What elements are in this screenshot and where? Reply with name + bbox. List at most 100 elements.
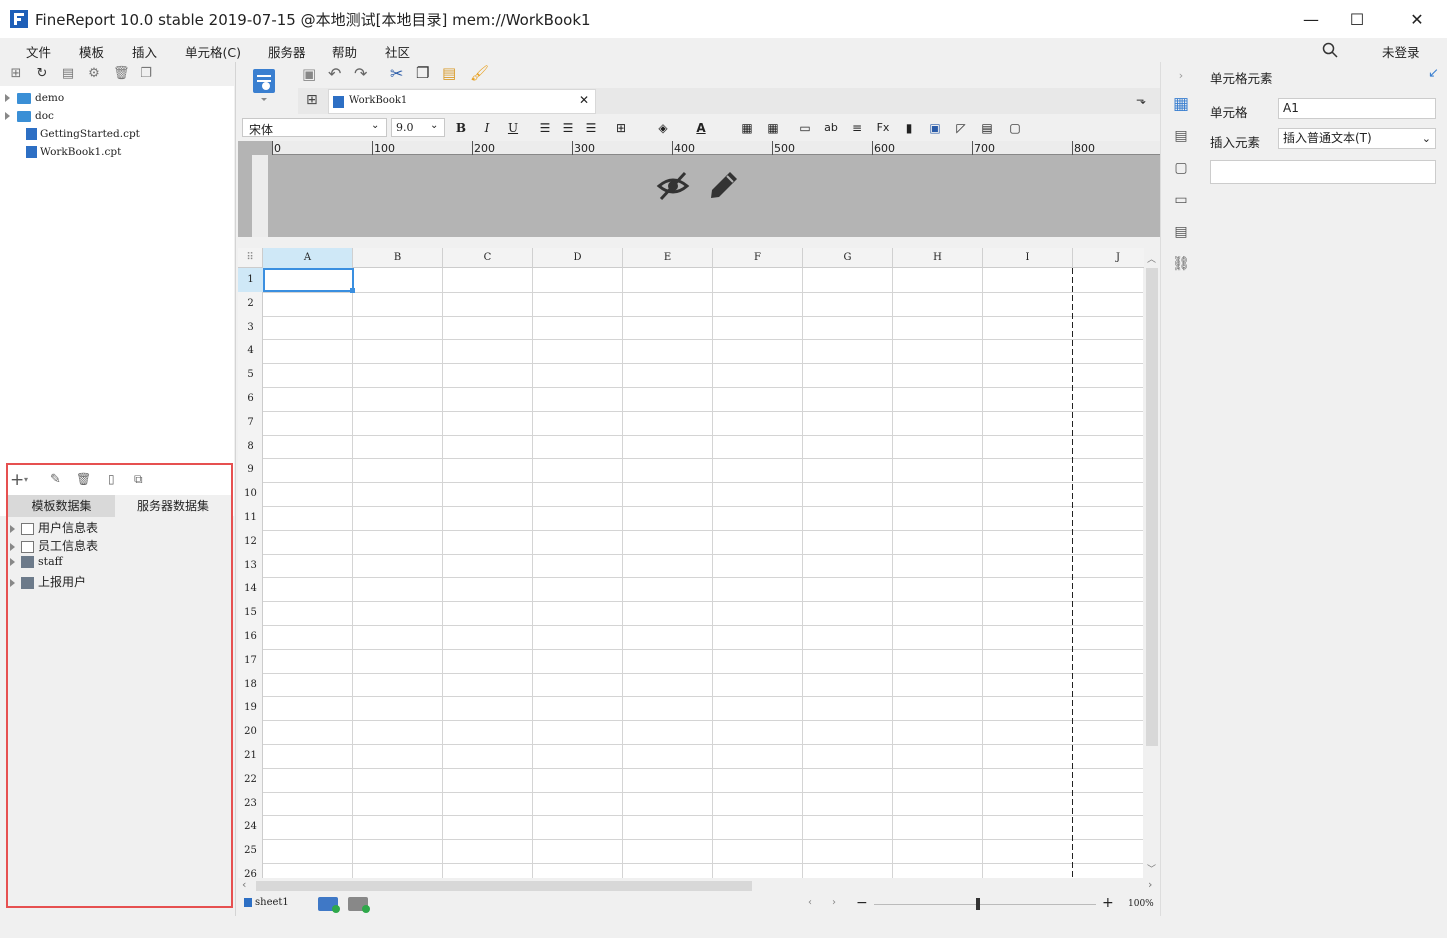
new-folder-icon[interactable]: ⊞ (9, 67, 23, 81)
menu-file[interactable]: 文件 (26, 42, 51, 61)
hide-eye-icon[interactable] (656, 169, 690, 203)
expand-arrow-icon[interactable] (10, 542, 15, 551)
align-center-icon[interactable]: ☰ (559, 119, 577, 137)
menu-template[interactable]: 模板 (79, 42, 104, 61)
tree-item-doc[interactable]: doc (5, 110, 54, 128)
row-header[interactable]: 4 (238, 339, 263, 363)
add-dataset-icon[interactable]: + (10, 471, 24, 489)
dataset-item[interactable]: 上报用户 (10, 573, 86, 591)
zoom-out-button[interactable]: − (856, 895, 868, 911)
row-header[interactable]: 8 (238, 435, 263, 459)
select-all-icon[interactable]: ⠿ (238, 248, 263, 268)
condition-attribute-icon[interactable]: ▤ (1171, 222, 1191, 242)
row-header[interactable]: 25 (238, 839, 263, 863)
expand-arrow-icon[interactable] (10, 524, 15, 533)
column-header[interactable]: B (353, 248, 443, 268)
row-header[interactable]: 5 (238, 363, 263, 387)
row-header[interactable]: 15 (238, 601, 263, 625)
column-header[interactable]: F (713, 248, 803, 268)
insert-formula-icon[interactable]: Fx (874, 119, 892, 137)
row-header[interactable]: 1 (238, 268, 263, 292)
column-header[interactable]: A (263, 248, 353, 268)
zoom-in-button[interactable]: + (1102, 895, 1114, 911)
maximize-button[interactable]: ☐ (1334, 0, 1380, 38)
row-header[interactable]: 22 (238, 768, 263, 792)
minimize-button[interactable]: — (1288, 0, 1334, 38)
insert-text-icon[interactable]: ▭ (796, 119, 814, 137)
menu-insert[interactable]: 插入 (132, 42, 157, 61)
collapse-arrow-icon[interactable]: › (1171, 66, 1191, 86)
widget-settings-icon[interactable]: ▭ (1171, 190, 1191, 210)
expand-arrow-icon[interactable] (5, 112, 10, 120)
float-element-icon[interactable]: ▢ (1171, 158, 1191, 178)
settings-icon[interactable]: ⚙ (87, 67, 101, 81)
insert-element-select[interactable]: 插入普通文本(T) ⌄ (1278, 128, 1436, 149)
new-report-icon[interactable]: ⊞ (306, 92, 318, 108)
menu-cell[interactable]: 单元格(C) (185, 42, 241, 61)
column-header[interactable]: G (803, 248, 893, 268)
zoom-slider-thumb[interactable] (976, 898, 980, 910)
zoom-slider-track[interactable] (874, 904, 1096, 905)
horizontal-scroll-thumb[interactable] (256, 881, 752, 891)
copy-icon[interactable]: ❐ (416, 64, 429, 82)
tab-template-datasets[interactable]: 模板数据集 (8, 495, 115, 517)
vertical-scrollbar[interactable]: ︿ ﹀ (1144, 248, 1160, 878)
dataset-item[interactable]: staff (10, 555, 62, 573)
tab-menu-icon[interactable]: ⬎ (1136, 93, 1146, 107)
hyperlink-icon[interactable]: ⛓ (1171, 254, 1191, 274)
row-header[interactable]: 6 (238, 387, 263, 411)
row-header[interactable]: 9 (238, 458, 263, 482)
align-left-icon[interactable]: ☰ (536, 119, 554, 137)
prev-sheet-icon[interactable]: ‹ (808, 897, 812, 908)
edit-pencil-icon[interactable] (708, 169, 740, 201)
dataset-item[interactable]: 员工信息表 (10, 537, 98, 555)
font-family-select[interactable]: 宋体 ⌄ (242, 118, 387, 137)
font-color-icon[interactable]: A (692, 119, 710, 137)
sheet-tab[interactable]: sheet1 (244, 897, 289, 908)
tab-workbook1[interactable]: WorkBook1 ✕ (328, 89, 596, 114)
refresh-icon[interactable]: ↻ (35, 67, 49, 81)
dock-arrow-icon[interactable]: ↙ (1428, 66, 1439, 81)
chevron-down-icon[interactable]: ▾ (24, 475, 28, 484)
cell-element-icon[interactable]: ▦ (1171, 94, 1191, 114)
open-template-icon[interactable]: ▤ (61, 67, 75, 81)
horizontal-scrollbar[interactable]: ‹ › (238, 878, 1160, 894)
expand-arrow-icon[interactable] (10, 578, 15, 587)
insert-subreport-icon[interactable]: ▤ (978, 119, 996, 137)
edit-icon[interactable]: ✎ (50, 472, 61, 487)
cut-icon[interactable]: ✂ (390, 64, 403, 83)
menu-server[interactable]: 服务器 (268, 42, 306, 61)
selected-cell-a1[interactable] (263, 268, 354, 292)
insert-paragraph-icon[interactable]: ≡ (848, 119, 866, 137)
delete-icon[interactable]: 🗑 (76, 472, 91, 486)
insert-image-icon[interactable]: ▣ (926, 119, 944, 137)
cell-content-field[interactable] (1210, 160, 1436, 184)
row-header[interactable]: 14 (238, 577, 263, 601)
insert-chart-icon[interactable]: ▮ (900, 119, 918, 137)
close-button[interactable]: ✕ (1394, 0, 1440, 38)
insert-slash-icon[interactable]: ◸ (952, 119, 970, 137)
insert-float-icon[interactable]: ▢ (1006, 119, 1024, 137)
save-icon[interactable]: ▣ (302, 65, 316, 83)
column-header[interactable]: H (893, 248, 983, 268)
tree-item-gettingstarted[interactable]: GettingStarted.cpt (26, 128, 140, 146)
expand-arrow-icon[interactable] (10, 558, 15, 566)
row-header[interactable]: 20 (238, 720, 263, 744)
fill-color-icon[interactable]: ◈ (654, 119, 672, 137)
row-header[interactable]: 24 (238, 815, 263, 839)
border-icon[interactable]: ⊞ (612, 119, 630, 137)
copy-icon[interactable]: ❐ (139, 67, 153, 81)
login-status[interactable]: 未登录 (1382, 42, 1420, 61)
cell-attribute-icon[interactable]: ▤ (1171, 126, 1191, 146)
scroll-left-icon[interactable]: ‹ (242, 878, 246, 891)
column-header[interactable]: E (623, 248, 713, 268)
align-right-icon[interactable]: ☰ (582, 119, 600, 137)
dataset-settings-icon[interactable]: ⧉ (134, 472, 143, 487)
row-header[interactable]: 13 (238, 554, 263, 578)
scroll-up-icon[interactable]: ︿ (1147, 252, 1156, 265)
undo-icon[interactable]: ↶ (328, 64, 341, 83)
delete-icon[interactable]: 🗑 (113, 67, 130, 81)
row-header[interactable]: 12 (238, 530, 263, 554)
expand-arrow-icon[interactable] (5, 94, 10, 102)
format-painter-icon[interactable]: 🖌 (470, 64, 489, 82)
